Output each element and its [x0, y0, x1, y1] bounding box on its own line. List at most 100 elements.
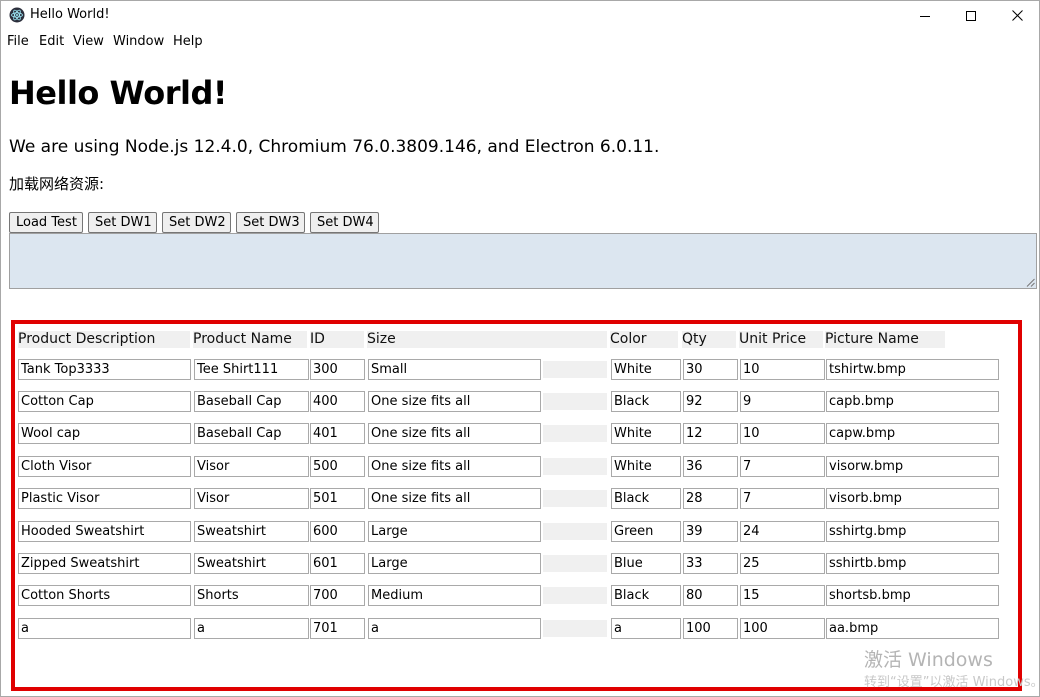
cell-qty[interactable]: 80 — [683, 585, 738, 606]
cell-unit-price[interactable]: 25 — [740, 553, 825, 574]
menu-file[interactable]: File — [7, 34, 29, 50]
cell-product-name[interactable]: Sweatshirt — [194, 521, 309, 542]
cell-qty[interactable]: 36 — [683, 456, 738, 477]
page-content: Hello World! We are using Node.js 12.4.0… — [0, 53, 1040, 697]
cell-unit-price[interactable]: 24 — [740, 521, 825, 542]
cell-description[interactable]: Cloth Visor — [18, 456, 191, 477]
cell-unit-price[interactable]: 7 — [740, 488, 825, 509]
cell-product-name[interactable]: Sweatshirt — [194, 553, 309, 574]
cell-qty[interactable]: 39 — [683, 521, 738, 542]
minimize-button[interactable] — [902, 0, 948, 31]
menu-view[interactable]: View — [73, 34, 104, 50]
cell-product-name[interactable]: Visor — [194, 488, 309, 509]
maximize-icon — [966, 10, 976, 21]
cell-color[interactable]: White — [611, 359, 681, 380]
cell-picture-name[interactable]: shortsb.bmp — [826, 585, 999, 606]
menu-help[interactable]: Help — [173, 34, 203, 50]
cell-id[interactable]: 401 — [310, 423, 365, 444]
cell-id[interactable]: 300 — [310, 359, 365, 380]
cell-unit-price[interactable]: 9 — [740, 391, 825, 412]
cell-id[interactable]: 601 — [310, 553, 365, 574]
cell-description[interactable]: Cotton Cap — [18, 391, 191, 412]
cell-product-name[interactable]: Baseball Cap — [194, 423, 309, 444]
cell-qty[interactable]: 30 — [683, 359, 738, 380]
cell-picture-name[interactable]: aa.bmp — [826, 618, 999, 639]
cell-qty[interactable]: 28 — [683, 488, 738, 509]
cell-color[interactable]: a — [611, 618, 681, 639]
load-test-button[interactable]: Load Test — [9, 212, 83, 233]
cell-size[interactable]: One size fits all — [368, 423, 541, 444]
cell-picture-name[interactable]: tshirtw.bmp — [826, 359, 999, 380]
cell-id[interactable]: 701 — [310, 618, 365, 639]
cell-color[interactable]: White — [611, 456, 681, 477]
cell-size[interactable]: Small — [368, 359, 541, 380]
minimize-icon — [920, 15, 930, 17]
cell-size[interactable]: Large — [368, 521, 541, 542]
cell-description[interactable]: Hooded Sweatshirt — [18, 521, 191, 542]
cell-product-name[interactable]: a — [194, 618, 309, 639]
load-resource-label: 加载网络资源: — [9, 175, 105, 193]
col-header-color: Color — [610, 331, 678, 348]
cell-id[interactable]: 700 — [310, 585, 365, 606]
cell-color[interactable]: Black — [611, 585, 681, 606]
cell-color[interactable]: Black — [611, 391, 681, 412]
set-dw1-button[interactable]: Set DW1 — [88, 212, 157, 233]
cell-size[interactable]: Medium — [368, 585, 541, 606]
cell-description[interactable]: Zipped Sweatshirt — [18, 553, 191, 574]
cell-qty[interactable]: 92 — [683, 391, 738, 412]
cell-id[interactable]: 501 — [310, 488, 365, 509]
cell-color[interactable]: Blue — [611, 553, 681, 574]
cell-product-name[interactable]: Shorts — [194, 585, 309, 606]
cell-product-name[interactable]: Tee Shirt111 — [194, 359, 309, 380]
cell-unit-price[interactable]: 10 — [740, 359, 825, 380]
cell-id[interactable]: 500 — [310, 456, 365, 477]
cell-unit-price[interactable]: 15 — [740, 585, 825, 606]
cell-color[interactable]: White — [611, 423, 681, 444]
cell-description[interactable]: Tank Top3333 — [18, 359, 191, 380]
cell-id[interactable]: 600 — [310, 521, 365, 542]
row-spacer — [543, 490, 607, 507]
set-dw3-button[interactable]: Set DW3 — [236, 212, 305, 233]
cell-unit-price[interactable]: 7 — [740, 456, 825, 477]
cell-qty[interactable]: 33 — [683, 553, 738, 574]
activation-watermark-title: 激活 Windows — [864, 649, 993, 671]
cell-id[interactable]: 400 — [310, 391, 365, 412]
cell-description[interactable]: a — [18, 618, 191, 639]
product-datawindow: Product Description Product Name ID Size Col… — [11, 320, 1022, 691]
cell-unit-price[interactable]: 10 — [740, 423, 825, 444]
cell-size[interactable]: Large — [368, 553, 541, 574]
cell-color[interactable]: Black — [611, 488, 681, 509]
title-bar[interactable]: Hello World! — [0, 0, 1040, 31]
cell-product-name[interactable]: Visor — [194, 456, 309, 477]
cell-description[interactable]: Wool cap — [18, 423, 191, 444]
close-button[interactable] — [994, 0, 1040, 31]
row-spacer — [543, 587, 607, 604]
cell-qty[interactable]: 100 — [683, 618, 738, 639]
cell-picture-name[interactable]: visorw.bmp — [826, 456, 999, 477]
cell-qty[interactable]: 12 — [683, 423, 738, 444]
cell-picture-name[interactable]: sshirtg.bmp — [826, 521, 999, 542]
menu-edit[interactable]: Edit — [39, 34, 64, 50]
log-textarea[interactable] — [9, 233, 1037, 289]
cell-picture-name[interactable]: capb.bmp — [826, 391, 999, 412]
cell-size[interactable]: One size fits all — [368, 456, 541, 477]
cell-description[interactable]: Plastic Visor — [18, 488, 191, 509]
row-spacer — [543, 523, 607, 540]
cell-size[interactable]: One size fits all — [368, 391, 541, 412]
cell-picture-name[interactable]: sshirtb.bmp — [826, 553, 999, 574]
set-dw4-button[interactable]: Set DW4 — [310, 212, 379, 233]
col-header-description: Product Description — [18, 331, 190, 348]
cell-picture-name[interactable]: capw.bmp — [826, 423, 999, 444]
cell-product-name[interactable]: Baseball Cap — [194, 391, 309, 412]
resize-grip-icon[interactable] — [1026, 278, 1035, 287]
menu-window[interactable]: Window — [113, 34, 164, 50]
cell-size[interactable]: a — [368, 618, 541, 639]
cell-unit-price[interactable]: 100 — [740, 618, 825, 639]
cell-picture-name[interactable]: visorb.bmp — [826, 488, 999, 509]
maximize-button[interactable] — [948, 0, 994, 31]
row-spacer — [543, 361, 607, 378]
set-dw2-button[interactable]: Set DW2 — [162, 212, 231, 233]
cell-color[interactable]: Green — [611, 521, 681, 542]
cell-description[interactable]: Cotton Shorts — [18, 585, 191, 606]
cell-size[interactable]: One size fits all — [368, 488, 541, 509]
